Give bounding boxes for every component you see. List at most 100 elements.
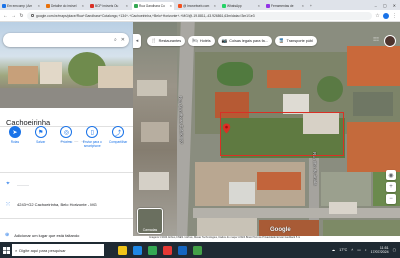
browser-tab[interactable]: Detalhe do imóvel ✕ (44, 2, 86, 10)
close-tab-icon[interactable]: ✕ (257, 4, 260, 8)
chip-hotel[interactable]: 🛏 Hotéis (188, 36, 215, 46)
zoom-controls: ◉ + − (386, 170, 396, 210)
hotel-icon: 🛏 (192, 38, 198, 43)
profile-avatar[interactable] (383, 12, 389, 19)
close-tab-icon[interactable]: ✕ (37, 4, 40, 8)
close-icon[interactable]: ✕ (121, 37, 125, 43)
close-tab-icon[interactable]: ✕ (81, 4, 84, 8)
new-tab-icon[interactable]: + (308, 2, 314, 10)
minimize-icon[interactable]: – (375, 3, 377, 8)
close-tab-icon[interactable]: ✕ (169, 4, 172, 8)
layers-label: Camadas (142, 228, 158, 232)
search-icon: ⌕ (15, 247, 18, 253)
action-label: Enviar para o smartphone (82, 140, 102, 148)
weather-icon[interactable]: ☁ (332, 248, 336, 252)
back-icon[interactable]: ← (3, 13, 8, 19)
taskbar-app-icon[interactable] (133, 245, 142, 255)
favicon-icon (46, 4, 50, 8)
browser-tab[interactable]: Rua Gandhara Co ✕ (132, 2, 174, 10)
taskbar-search[interactable]: ⌕ Digite aqui para pesquisar (12, 244, 104, 256)
enviar-button[interactable]: ▯ Enviar para o smartphone (81, 126, 103, 162)
add-place-label: Adicionar um lugar que está faltando (14, 232, 80, 238)
collapse-panel-button[interactable]: ◂ (133, 34, 141, 48)
taskbar-app-icon[interactable] (148, 245, 157, 255)
compartilhar-button[interactable]: ⤴ Compartilhar (107, 126, 129, 162)
add-location-icon: ⊕ (5, 232, 10, 238)
clock-date: 17/07/2024 (370, 250, 389, 254)
próximo-button[interactable]: ◎ Próximo (55, 126, 77, 162)
tab-label: Em emcomp | Am (7, 4, 33, 8)
layers-button[interactable]: Camadas (137, 208, 163, 234)
weather-text: 17°C (339, 248, 348, 252)
favicon-icon (2, 4, 6, 8)
volume-icon[interactable]: ♪ (365, 248, 367, 252)
tab-strip: Em emcomp | Am ✕ Detalhe do imóvel ✕ BCP imó… (0, 0, 400, 10)
location-icon[interactable]: ◉ (386, 170, 396, 180)
forward-icon[interactable]: → (11, 13, 16, 19)
browser-tab[interactable]: BCP imóveis Ou ✕ (88, 2, 130, 10)
search-input[interactable]: ⌕ ✕ (3, 33, 129, 47)
nearby-icon: ◎ (60, 126, 73, 138)
rotas-button[interactable]: ➤ Rotas (4, 126, 26, 162)
address-row[interactable]: ⁙ 4243+G2 Cachoeirinha, Belo Horizonte -… (0, 198, 133, 210)
chip-label: Restaurantes (158, 39, 182, 43)
taskbar-app-icon[interactable] (118, 245, 127, 255)
favicon-icon (178, 4, 182, 8)
row-blur: ——— (17, 181, 29, 187)
place-panel: ⌕ ✕ Cachoeirinha — — — — ➤ Rotas ⚑ Salvar ◎ P… (0, 22, 133, 236)
favicon-icon (266, 4, 270, 8)
taskbar: ⌕ Digite aqui para pesquisar ☁ 17°C ˄ ▭ … (0, 242, 400, 258)
browser-tab[interactable]: WhatsApp ✕ (220, 2, 262, 10)
reload-icon[interactable]: ↻ (19, 13, 24, 19)
favicon-icon (222, 4, 226, 8)
phone-icon: ▯ (86, 126, 99, 138)
address-bar: ← → ↻ google.com.br/maps/place/Rua+Gandh… (0, 10, 400, 22)
search-icon[interactable]: ⌕ (114, 37, 117, 43)
taskbar-app-icon[interactable] (163, 245, 172, 255)
clock[interactable]: 11:51 17/07/2024 (371, 246, 389, 254)
map-attribution: Imagens ©2024 Airbus,CNES / Airbus, Maxa… (147, 236, 400, 240)
close-tab-icon[interactable]: ✕ (301, 4, 304, 8)
apps-grid-icon[interactable]: ⁝⁝⁝ (371, 36, 381, 46)
notifications-icon[interactable]: ▢ (393, 248, 396, 252)
plus-code-row[interactable]: ⌖ ——— (0, 178, 133, 190)
close-tab-icon[interactable]: ✕ (125, 4, 128, 8)
menu-icon[interactable]: ⋮ (392, 13, 397, 19)
taskbar-apps (118, 245, 202, 255)
favicon-icon (134, 4, 138, 8)
salvar-button[interactable]: ⚑ Salvar (30, 126, 52, 162)
add-place-row[interactable]: ⊕ Adicionar um lugar que está faltando (0, 230, 133, 240)
account-avatar[interactable] (384, 35, 396, 47)
chip-camera[interactable]: 📷 Coisas legais para fa... (217, 36, 272, 46)
taskbar-app-icon[interactable] (193, 245, 202, 255)
star-icon[interactable]: ☆ (375, 13, 380, 19)
browser-tab[interactable]: Em emcomp | Am ✕ (0, 2, 42, 10)
chip-restaurant[interactable]: 🍴 Restaurantes (147, 36, 186, 46)
location-pin-icon[interactable] (222, 123, 231, 134)
windows-start-icon[interactable] (0, 242, 12, 258)
selected-lot-outline (220, 112, 344, 156)
directions-icon: ➤ (8, 126, 21, 138)
taskbar-app-icon[interactable] (178, 245, 187, 255)
url-field[interactable]: google.com.br/maps/place/Rua+Gandhara+Co… (27, 11, 372, 20)
action-label: Salvar (36, 140, 46, 144)
chevron-up-icon[interactable]: ˄ (351, 248, 353, 252)
browser-tab[interactable]: @ Imovelweb.com ✕ (176, 2, 218, 10)
close-tab-icon[interactable]: ✕ (213, 4, 216, 8)
browser-tab[interactable]: Ferramentas de ✕ (264, 2, 306, 10)
divider (0, 218, 133, 219)
transit-icon: 🚆 (278, 38, 285, 43)
road-bottom (193, 208, 400, 218)
address-text: 4243+G2 Cachoeirinha, Belo Horizonte - M… (17, 201, 97, 207)
tab-label: Detalhe do imóvel (51, 4, 77, 8)
maximize-icon[interactable]: ▢ (383, 3, 387, 8)
zoom-in-button[interactable]: + (386, 182, 396, 192)
favicon-icon (90, 4, 94, 8)
close-window-icon[interactable]: ✕ (393, 3, 396, 8)
camera-icon: 📷 (221, 38, 228, 43)
action-buttons: ➤ Rotas ⚑ Salvar ◎ Próximo ▯ Enviar para o smar… (0, 126, 133, 162)
chip-transit[interactable]: 🚆 Transporte públ (274, 36, 317, 46)
network-icon[interactable]: ▭ (357, 248, 360, 252)
zoom-out-button[interactable]: − (386, 194, 396, 204)
divider (0, 172, 133, 173)
